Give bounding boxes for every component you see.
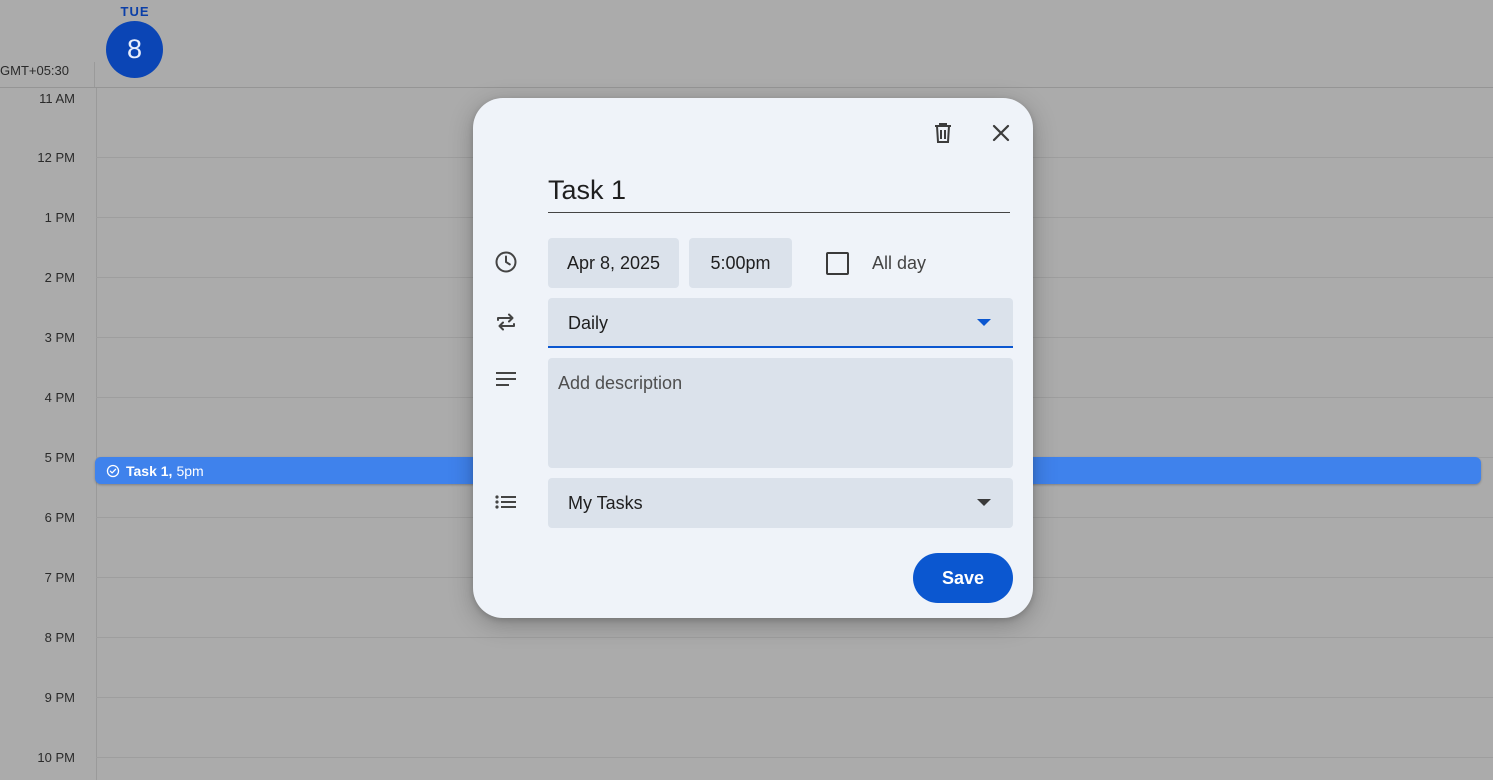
all-day-checkbox[interactable] <box>826 252 849 275</box>
header-divider <box>0 87 1493 88</box>
date-picker-button[interactable]: Apr 8, 2025 <box>548 238 679 288</box>
hour-label: 3 PM <box>0 330 75 345</box>
task-check-icon <box>106 464 120 478</box>
repeat-value: Daily <box>568 313 608 334</box>
title-field[interactable] <box>548 170 1010 213</box>
task-list-select[interactable]: My Tasks <box>548 478 1013 528</box>
task-edit-dialog: Apr 8, 2025 5:00pm All day Daily My Task… <box>473 98 1033 618</box>
day-header[interactable]: TUE 8 <box>106 0 164 78</box>
title-input[interactable] <box>548 170 1010 210</box>
day-of-week: TUE <box>106 4 164 19</box>
delete-button[interactable] <box>925 115 961 151</box>
description-input[interactable] <box>548 358 1013 468</box>
time-picker-button[interactable]: 5:00pm <box>689 238 792 288</box>
task-list-value: My Tasks <box>568 493 643 514</box>
hour-row[interactable]: 9 PM <box>0 697 1493 757</box>
all-day-label[interactable]: All day <box>872 253 926 274</box>
hour-gridline <box>96 637 1493 638</box>
delete-icon <box>933 122 953 144</box>
hour-gridline <box>96 697 1493 698</box>
clock-icon <box>493 249 519 275</box>
hour-label: 10 PM <box>0 750 75 765</box>
save-button[interactable]: Save <box>913 553 1013 603</box>
hour-label: 5 PM <box>0 450 75 465</box>
hour-row[interactable]: 10 PM <box>0 757 1493 780</box>
repeat-select[interactable]: Daily <box>548 298 1013 348</box>
description-field[interactable] <box>548 358 1013 468</box>
list-icon <box>493 489 519 515</box>
hour-label: 11 AM <box>0 91 75 106</box>
hour-label: 6 PM <box>0 510 75 525</box>
hour-label: 8 PM <box>0 630 75 645</box>
hour-label: 12 PM <box>0 150 75 165</box>
repeat-icon <box>493 309 519 335</box>
hour-label: 2 PM <box>0 270 75 285</box>
timezone-divider <box>94 62 95 88</box>
hour-label: 4 PM <box>0 390 75 405</box>
description-icon <box>493 366 519 392</box>
hour-label: 7 PM <box>0 570 75 585</box>
chevron-down-icon <box>977 499 991 506</box>
hour-label: 1 PM <box>0 210 75 225</box>
close-icon <box>992 124 1010 142</box>
chevron-down-icon <box>977 319 991 326</box>
close-button[interactable] <box>983 115 1019 151</box>
timezone-label: GMT+05:30 <box>0 63 69 78</box>
hour-row[interactable]: 8 PM <box>0 637 1493 697</box>
day-number[interactable]: 8 <box>106 21 163 78</box>
hour-label: 9 PM <box>0 690 75 705</box>
event-title: Task 1, <box>126 463 172 479</box>
event-time: 5pm <box>176 463 203 479</box>
hour-gridline <box>96 757 1493 758</box>
